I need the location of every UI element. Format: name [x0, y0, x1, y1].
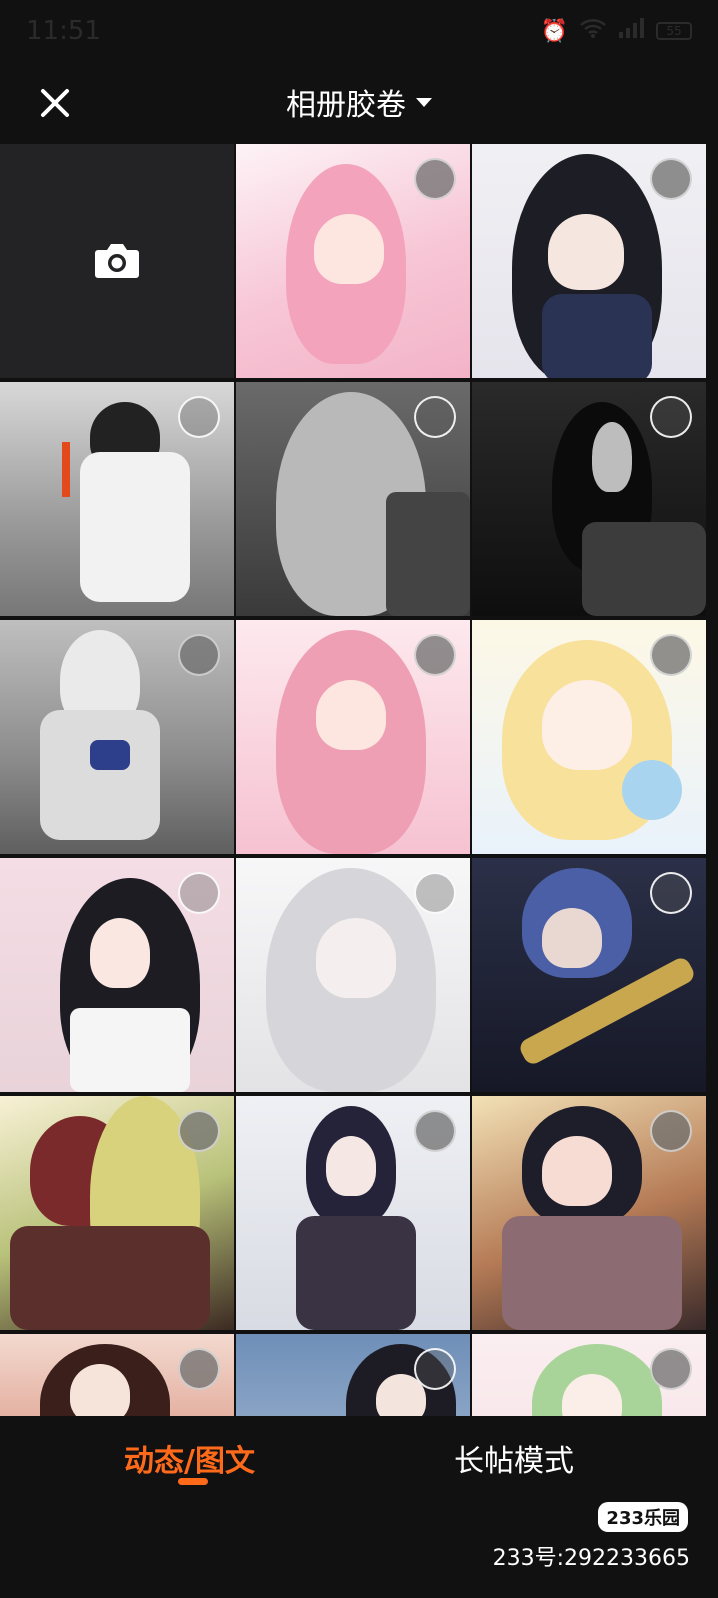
photo-grid — [0, 144, 718, 1416]
photo-thumbnail[interactable] — [472, 858, 706, 1092]
photo-thumbnail[interactable] — [0, 1096, 234, 1330]
photo-thumbnail[interactable] — [236, 1096, 470, 1330]
photo-thumbnail[interactable] — [0, 382, 234, 616]
photo-thumbnail[interactable] — [236, 620, 470, 854]
tab-long-post[interactable]: 长帖模式 — [454, 1436, 574, 1480]
watermark-id: 233号:292233665 — [492, 1546, 690, 1571]
select-circle[interactable] — [650, 1348, 692, 1390]
photo-thumbnail[interactable] — [236, 858, 470, 1092]
camera-tile[interactable] — [0, 144, 234, 378]
select-circle[interactable] — [650, 396, 692, 438]
photo-thumbnail[interactable] — [0, 1334, 234, 1416]
photo-thumbnail[interactable] — [236, 1334, 470, 1416]
select-circle[interactable] — [414, 1110, 456, 1152]
select-circle[interactable] — [178, 872, 220, 914]
photo-thumbnail[interactable] — [0, 858, 234, 1092]
status-time: 11:51 — [26, 16, 101, 46]
active-tab-indicator — [178, 1478, 208, 1485]
status-bar: 11:51 ⏰ 55 — [0, 0, 718, 62]
photo-thumbnail[interactable] — [472, 1334, 706, 1416]
photo-thumbnail[interactable] — [472, 382, 706, 616]
select-circle[interactable] — [414, 872, 456, 914]
photo-thumbnail[interactable] — [236, 382, 470, 616]
album-selector[interactable]: 相册胶卷 — [0, 80, 718, 124]
select-circle[interactable] — [178, 1348, 220, 1390]
watermark-logo: 233乐园 — [598, 1502, 688, 1532]
select-circle[interactable] — [178, 634, 220, 676]
camera-icon — [95, 244, 139, 278]
tab-post-image[interactable]: 动态/图文 — [124, 1436, 255, 1480]
select-circle[interactable] — [414, 158, 456, 200]
select-circle[interactable] — [414, 396, 456, 438]
select-circle[interactable] — [650, 634, 692, 676]
photo-thumbnail[interactable] — [472, 144, 706, 378]
battery-icon: 55 — [656, 22, 692, 40]
select-circle[interactable] — [650, 872, 692, 914]
signal-icon — [618, 18, 644, 44]
select-circle[interactable] — [414, 634, 456, 676]
photo-thumbnail[interactable] — [0, 620, 234, 854]
photo-thumbnail[interactable] — [236, 144, 470, 378]
status-icons: ⏰ 55 — [541, 18, 692, 44]
wifi-icon — [580, 18, 606, 44]
photo-thumbnail[interactable] — [472, 1096, 706, 1330]
photo-thumbnail[interactable] — [472, 620, 706, 854]
select-circle[interactable] — [178, 1110, 220, 1152]
top-bar: 相册胶卷 — [0, 62, 718, 144]
alarm-icon: ⏰ — [540, 18, 568, 44]
select-circle[interactable] — [414, 1348, 456, 1390]
select-circle[interactable] — [650, 158, 692, 200]
page-title: 相册胶卷 — [286, 88, 406, 123]
caret-down-icon — [416, 97, 432, 107]
select-circle[interactable] — [650, 1110, 692, 1152]
select-circle[interactable] — [178, 396, 220, 438]
